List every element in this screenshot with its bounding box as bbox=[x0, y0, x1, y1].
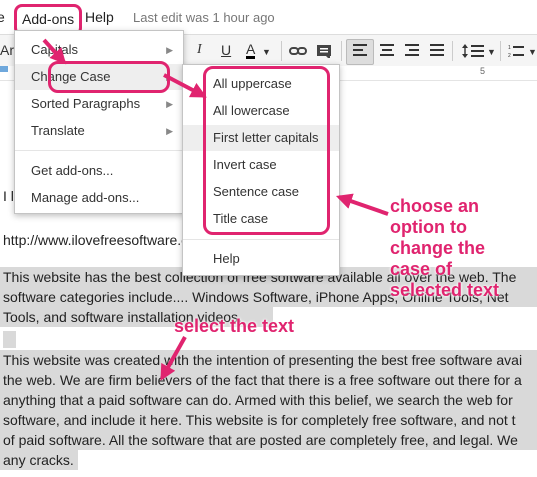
annotation-select-text: select the text bbox=[174, 316, 295, 336]
annotation-choose-option: choose an option to change the case of s… bbox=[390, 196, 499, 301]
annotation-line: change the bbox=[390, 238, 486, 258]
annotation-line: option to bbox=[390, 217, 467, 237]
arrow-to-change-case bbox=[42, 38, 67, 65]
arrow-to-selection bbox=[160, 336, 187, 381]
annotation-line: case of bbox=[390, 259, 453, 279]
annotation-line: selected text bbox=[390, 280, 500, 300]
arrow-to-options bbox=[335, 193, 389, 216]
annotation-line: choose an bbox=[390, 196, 480, 216]
arrow-to-submenu bbox=[163, 73, 207, 98]
